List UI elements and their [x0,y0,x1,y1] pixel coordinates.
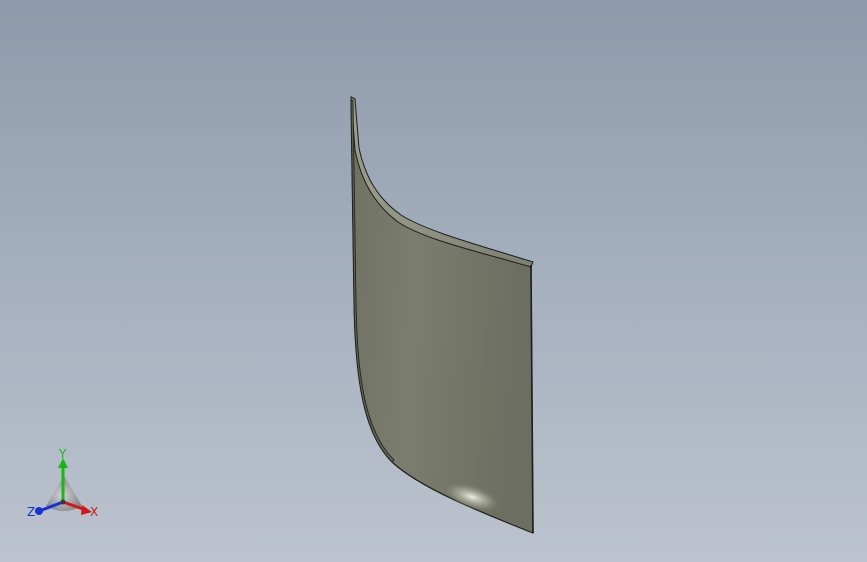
x-axis-label: X [90,505,98,519]
triad-origin-icon [60,499,66,505]
axis-triad[interactable]: Y X Z [22,446,106,522]
graphics-viewport[interactable]: Y X Z [0,0,867,562]
axis-triad-graphic: Y X Z [27,447,98,519]
z-axis-ball-icon [35,507,43,515]
sheet-face[interactable] [350,99,534,534]
z-axis-label: Z [27,505,35,519]
y-axis-label: Y [58,447,67,461]
model-view[interactable] [0,0,867,562]
